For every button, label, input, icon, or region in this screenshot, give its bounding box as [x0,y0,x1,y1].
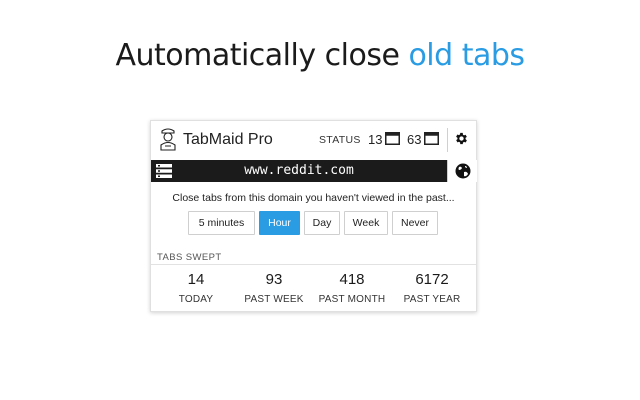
option-day-button[interactable]: Day [304,211,340,235]
stat-value: 6172 [415,271,449,288]
option-never-button[interactable]: Never [392,211,438,235]
status-count-tabs: 13 [368,132,383,147]
sweep-prompt: Close tabs from this domain you haven't … [172,192,455,204]
domain-bar: www.reddit.com [151,160,477,182]
option-hour-button[interactable]: Hour [259,211,300,235]
globe-button[interactable] [447,160,477,182]
popup-header: TabMaid Pro STATUS 13 63 [151,121,476,159]
globe-icon [455,163,471,179]
window-icon [385,132,400,145]
maid-icon [160,128,176,151]
option-5-minutes-button[interactable]: 5 minutes [188,211,255,235]
headline: Automatically close old tabs [0,38,640,73]
section-divider [151,264,476,265]
domain-name: www.reddit.com [244,163,354,178]
app-title: TabMaid Pro [183,131,273,148]
tabs-swept-heading: TABS SWEPT [157,252,222,263]
status-count-windows: 63 [407,132,422,147]
option-week-button[interactable]: Week [344,211,388,235]
stat-today: 14 TODAY [156,271,236,305]
gear-icon[interactable] [454,131,469,146]
stat-past-week: 93 PAST WEEK [234,271,314,305]
stat-label: PAST YEAR [403,294,461,305]
headline-prefix: Automatically close [115,38,409,73]
tabmaid-popup: TabMaid Pro STATUS 13 63 www.reddit.com [150,120,477,312]
stat-value: 418 [339,271,365,288]
stat-value: 14 [187,271,205,288]
stat-past-month: 418 PAST MONTH [312,271,392,305]
window-icon [424,132,439,145]
stat-label: PAST MONTH [318,294,386,305]
headline-accent: old tabs [408,38,525,73]
stat-past-year: 6172 PAST YEAR [392,271,472,305]
stat-value: 93 [265,271,283,288]
status-label: STATUS [319,134,361,146]
stat-label: PAST WEEK [244,294,304,305]
stat-label: TODAY [178,294,214,305]
header-divider [447,128,448,152]
